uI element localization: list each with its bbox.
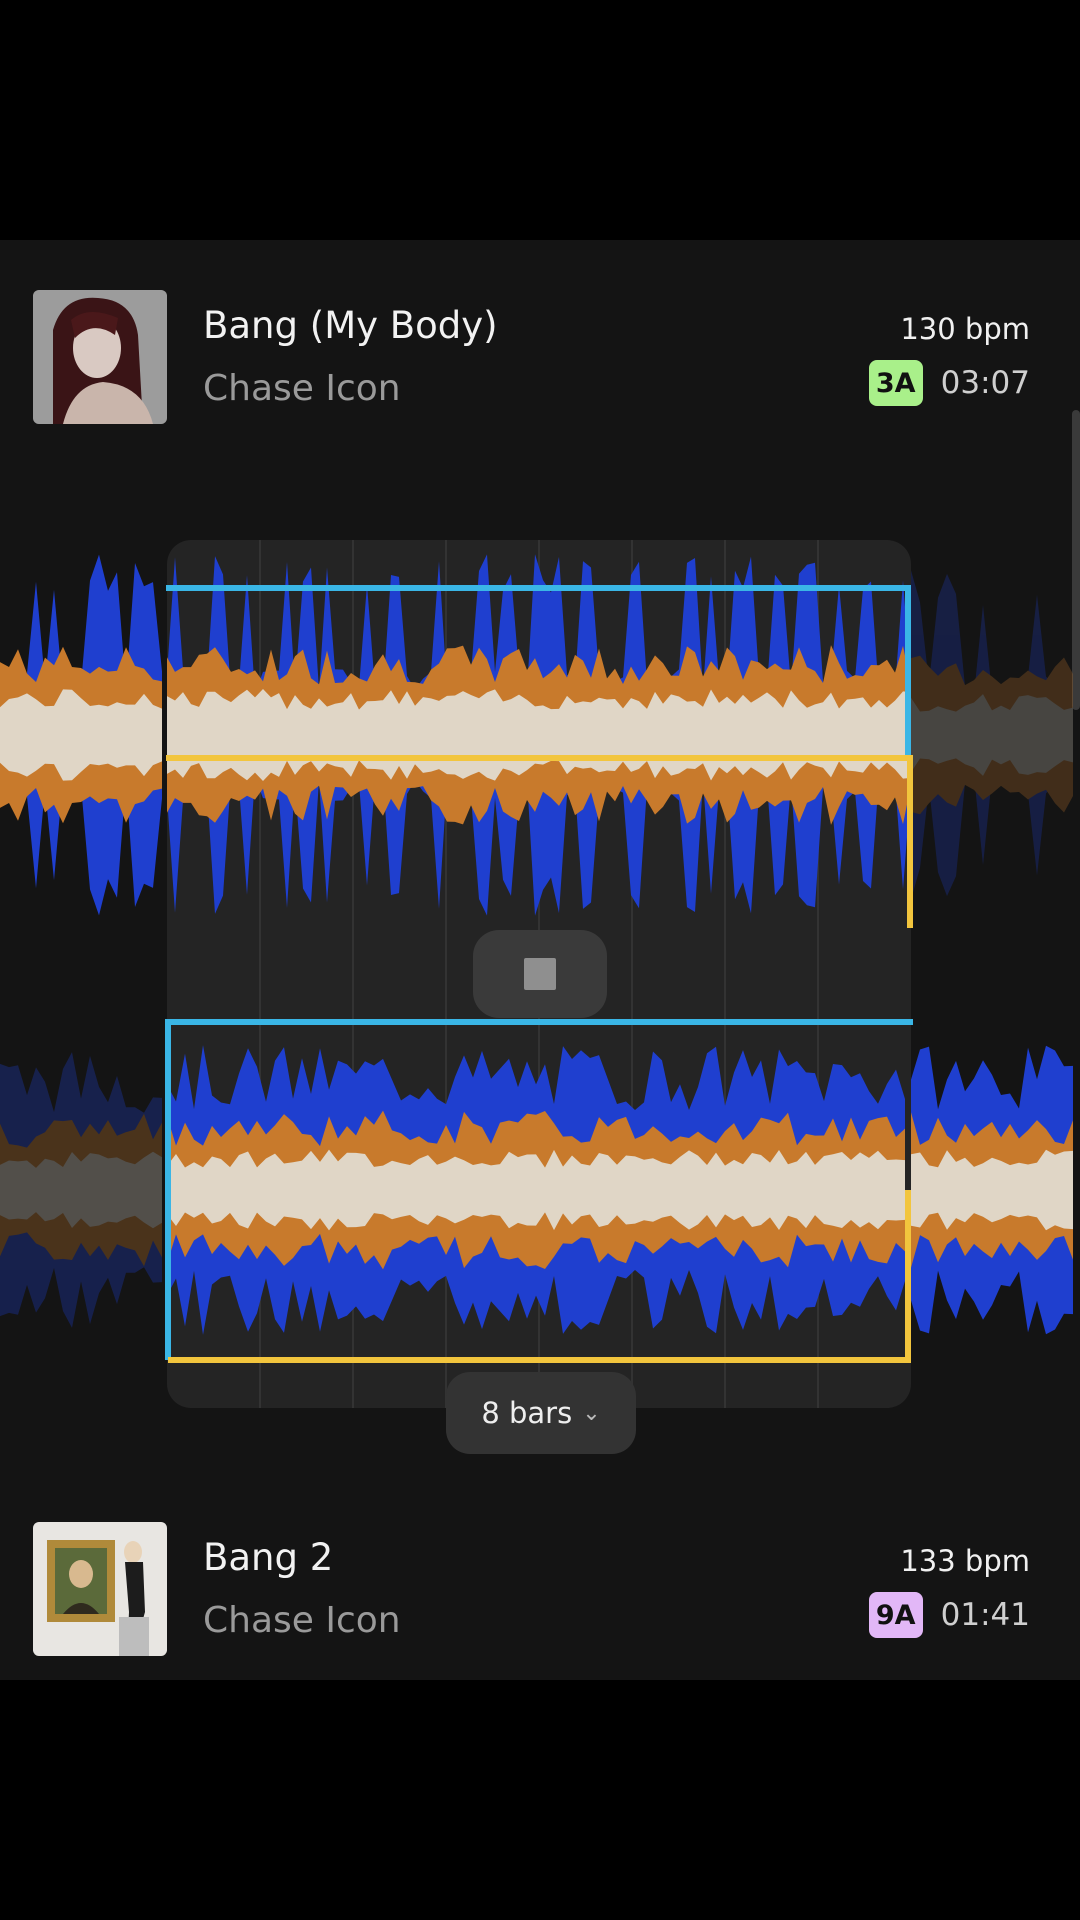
track-artist: Chase Icon — [203, 1600, 401, 1641]
chevron-down-icon: ⌄ — [582, 1400, 601, 1426]
waveform-track-1-pre — [0, 554, 162, 916]
track-bpm: 133 bpm — [900, 1544, 1030, 1578]
waveform-track-2 — [167, 1045, 905, 1335]
track-title: Bang 2 — [203, 1536, 334, 1579]
stop-icon — [524, 958, 556, 990]
waveform-band — [0, 1151, 162, 1229]
waveform-track-1-post — [911, 570, 1073, 900]
waveform-track-2-pre — [0, 1052, 162, 1328]
waveform-band — [0, 689, 162, 781]
track-duration: 01:41 — [940, 1597, 1030, 1633]
track-row-2[interactable]: Bang 2 Chase Icon 133 bpm 9A 01:41 — [0, 1522, 1080, 1662]
loop-length-label: 8 bars — [481, 1396, 573, 1430]
album-cover-2 — [33, 1522, 167, 1656]
loop-length-select[interactable]: 8 bars ⌄ — [446, 1372, 636, 1454]
key-badge: 9A — [868, 1592, 923, 1638]
waveform-track-2-post — [911, 1045, 1073, 1335]
track-meta: 9A 01:41 — [868, 1592, 1030, 1638]
stop-button[interactable] — [473, 930, 607, 1018]
